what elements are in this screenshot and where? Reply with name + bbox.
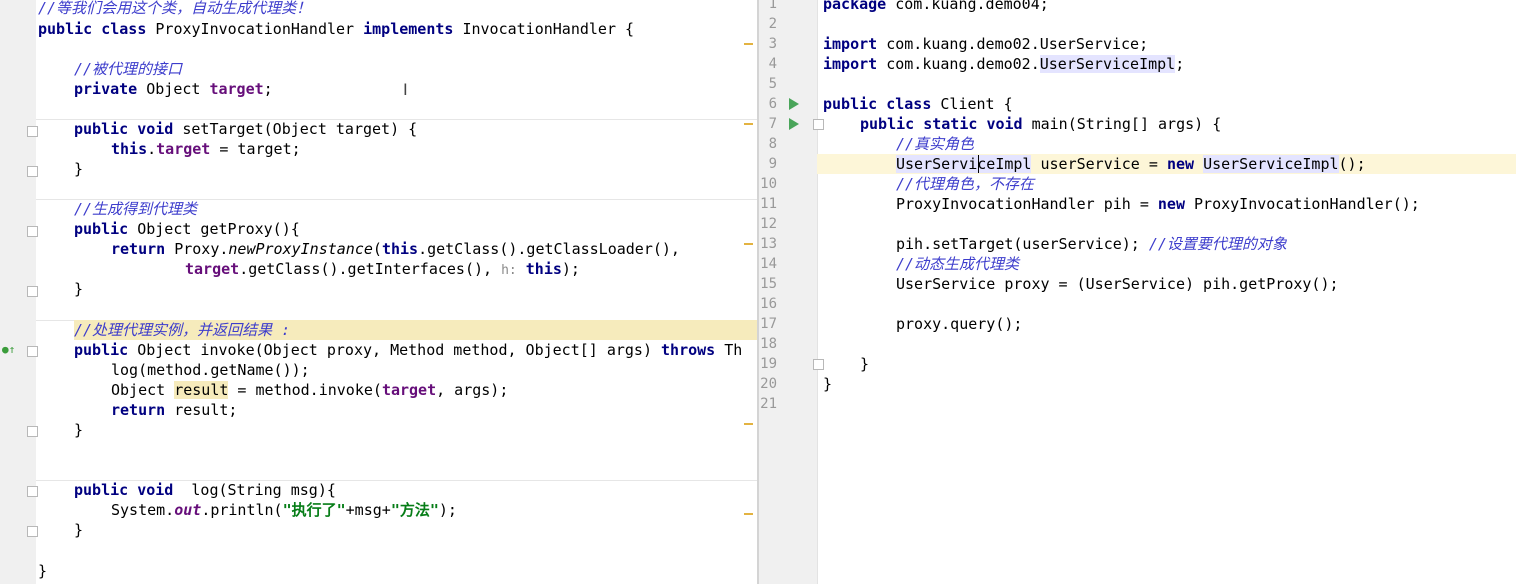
log-method-signature: public void log(String msg){ xyxy=(74,481,336,499)
invoke-log-call: log(method.getName()); xyxy=(111,361,310,379)
left-editor-pane[interactable]: ●↑ //等我们会用这个类，自动生成代理类！ public class Prox… xyxy=(0,0,757,584)
fold-icon[interactable] xyxy=(27,486,38,497)
line-number: 11 xyxy=(760,196,777,212)
line-number: 7 xyxy=(768,116,777,132)
client-class-declaration: public class Client { xyxy=(823,95,1013,113)
invoke-result-line: Object result = method.invoke(target, ar… xyxy=(111,381,509,399)
getproxy-call: UserService proxy = (UserService) pih.ge… xyxy=(896,275,1339,293)
fold-icon[interactable] xyxy=(27,166,38,177)
settarget-body: this.target = target; xyxy=(111,140,301,158)
class-closing-brace: } xyxy=(823,375,833,393)
closing-brace: } xyxy=(74,521,84,539)
warning-marker[interactable] xyxy=(744,123,753,125)
closing-brace: } xyxy=(74,160,84,178)
fold-icon[interactable] xyxy=(27,126,38,137)
fold-icon[interactable] xyxy=(813,119,824,130)
target-field-declaration: private Object target; xyxy=(74,80,273,98)
field-comment: //被代理的接口 xyxy=(74,60,183,78)
invoke-comment: //处理代理实例，并返回结果 : xyxy=(74,320,757,340)
line-number: 16 xyxy=(760,296,777,312)
line-number: 10 xyxy=(760,176,777,192)
dynamic-proxy-comment: //动态生成代理类 xyxy=(896,255,1020,273)
line-number: 5 xyxy=(768,76,777,92)
line-number: 4 xyxy=(768,56,777,72)
class-closing-brace: } xyxy=(38,562,48,580)
line-number: 21 xyxy=(760,396,777,412)
import-userserviceimpl: import com.kuang.demo02.UserServiceImpl; xyxy=(823,55,1185,73)
override-gutter-icon[interactable]: ●↑ xyxy=(2,344,15,355)
line-number: 19 xyxy=(760,356,777,372)
warning-marker[interactable] xyxy=(744,43,753,45)
package-statement: package com.kuang.demo04; xyxy=(823,0,1049,13)
fold-icon[interactable] xyxy=(27,226,38,237)
right-editor-pane[interactable]: 1 2 3 4 5 6 7 8 9 10 11 12 13 14 15 16 17 18 19 20 21 packag… xyxy=(759,0,1516,584)
run-gutter-icon[interactable] xyxy=(789,98,799,110)
proxy-role-comment: //代理角色，不存在 xyxy=(896,175,1035,193)
line-number: 18 xyxy=(760,336,777,352)
warning-marker[interactable] xyxy=(744,423,753,425)
warning-marker[interactable] xyxy=(744,243,753,245)
line-number: 20 xyxy=(760,376,777,392)
fold-icon[interactable] xyxy=(27,426,38,437)
log-println-line: System.out.println("执行了"+msg+"方法"); xyxy=(111,501,457,519)
line-number: 3 xyxy=(768,36,777,52)
line-number: 6 xyxy=(768,96,777,112)
line-number: 12 xyxy=(760,216,777,232)
line-number: 17 xyxy=(760,316,777,332)
invoke-return-line: return result; xyxy=(111,401,238,419)
closing-brace: } xyxy=(74,421,84,439)
class-comment: //等我们会用这个类，自动生成代理类！ xyxy=(38,0,312,17)
line-number: 9 xyxy=(768,156,777,172)
warning-marker[interactable] xyxy=(744,513,753,515)
closing-brace: } xyxy=(74,280,84,298)
fold-icon[interactable] xyxy=(27,286,38,297)
line-number: 1 xyxy=(768,0,777,12)
import-userservice: import com.kuang.demo02.UserService; xyxy=(823,35,1149,53)
getproxy-args-line: target.getClass().getInterfaces(), h: th… xyxy=(185,260,580,278)
line-number: 15 xyxy=(760,276,777,292)
settarget-method-signature: public void setTarget(Object target) { xyxy=(74,120,418,138)
line-number: 8 xyxy=(768,136,777,152)
userserviceimpl-declaration: UserServiceImpl userService = new UserSe… xyxy=(896,155,1366,173)
query-call: proxy.query(); xyxy=(896,315,1023,333)
line-number: 13 xyxy=(760,236,777,252)
class-declaration: public class ProxyInvocationHandler impl… xyxy=(38,20,635,38)
fold-icon[interactable] xyxy=(27,346,38,357)
run-gutter-icon[interactable] xyxy=(789,118,799,130)
text-caret xyxy=(978,155,979,173)
main-method-signature: public static void main(String[] args) { xyxy=(860,115,1222,133)
fold-icon[interactable] xyxy=(27,526,38,537)
line-number: 14 xyxy=(760,256,777,272)
fold-icon[interactable] xyxy=(813,359,824,370)
line-number: 2 xyxy=(768,16,777,32)
getproxy-return-line: return Proxy.newProxyInstance(this.getCl… xyxy=(111,240,680,258)
real-role-comment: //真实角色 xyxy=(896,135,975,153)
getproxy-comment: //生成得到代理类 xyxy=(74,200,198,218)
pih-declaration: ProxyInvocationHandler pih = new ProxyIn… xyxy=(896,195,1420,213)
invoke-method-signature: public Object invoke(Object proxy, Metho… xyxy=(74,341,743,359)
settarget-call: pih.setTarget(userService); //设置要代理的对象 xyxy=(896,235,1287,253)
text-cursor-icon: I xyxy=(403,80,408,99)
main-closing-brace: } xyxy=(860,355,870,373)
getproxy-method-signature: public Object getProxy(){ xyxy=(74,220,300,238)
